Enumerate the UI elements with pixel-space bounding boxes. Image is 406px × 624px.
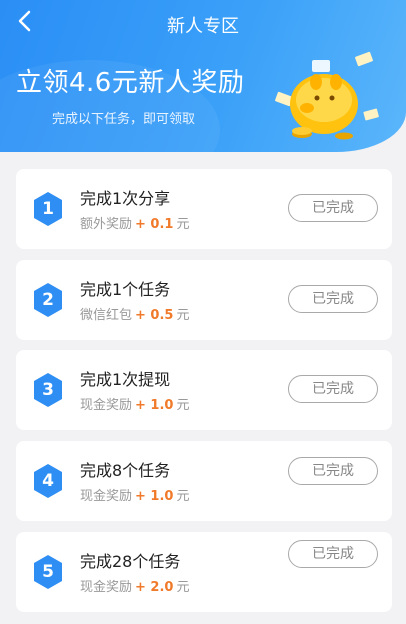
step-number: 3: [42, 380, 54, 400]
reward-amount: + 2.0: [135, 580, 174, 595]
hero-title: 立领4.6元新人奖励: [16, 68, 245, 98]
reward-label: 现金奖励: [80, 489, 133, 504]
step-number: 5: [42, 562, 54, 582]
piggy-bank-icon: [275, 51, 379, 140]
task-reward: 额外奖励 + 0.1 元: [80, 213, 189, 232]
reward-label: 现金奖励: [80, 580, 133, 595]
reward-amount: + 1.0: [135, 398, 174, 413]
reward-amount: + 0.5: [135, 308, 174, 323]
reward-label: 现金奖励: [80, 398, 133, 413]
step-badge: 4: [32, 463, 64, 499]
task-name: 完成1次提现: [80, 370, 171, 389]
task-card: 4 完成8个任务 现金奖励 + 1.0 元 已完成: [16, 441, 392, 521]
task-name: 完成1个任务: [80, 280, 171, 299]
task-card: 5 完成28个任务 现金奖励 + 2.0 元 已完成: [16, 532, 392, 612]
hero-subtitle: 完成以下任务，即可领取: [52, 112, 196, 127]
reward-label: 微信红包: [80, 308, 133, 323]
reward-label: 额外奖励: [80, 217, 133, 232]
task-card: 2 完成1个任务 微信红包 + 0.5 元 已完成: [16, 260, 392, 340]
step-badge: 5: [32, 554, 64, 590]
step-badge: 3: [32, 372, 64, 408]
reward-unit: 元: [176, 217, 190, 232]
header-banner: 新人专区 立领4.6元新人奖励 完成以下任务，即可领取: [0, 0, 406, 152]
completed-button[interactable]: 已完成: [288, 285, 378, 313]
task-card: 3 完成1次提现 现金奖励 + 1.0 元 已完成: [16, 350, 392, 430]
step-number: 2: [42, 290, 54, 310]
step-badge: 1: [32, 191, 64, 227]
reward-amount: + 1.0: [135, 489, 174, 504]
task-card: 1 完成1次分享 额外奖励 + 0.1 元 已完成: [16, 169, 392, 249]
completed-button[interactable]: 已完成: [288, 540, 378, 568]
page-title: 新人专区: [167, 16, 239, 37]
reward-unit: 元: [176, 398, 190, 413]
task-name: 完成28个任务: [80, 552, 181, 571]
task-reward: 现金奖励 + 1.0 元: [80, 394, 189, 413]
step-badge: 2: [32, 282, 64, 318]
completed-button[interactable]: 已完成: [288, 194, 378, 222]
reward-unit: 元: [176, 489, 190, 504]
task-name: 完成8个任务: [80, 461, 171, 480]
task-reward: 微信红包 + 0.5 元: [80, 304, 189, 323]
reward-unit: 元: [176, 580, 190, 595]
reward-unit: 元: [176, 308, 190, 323]
task-reward: 现金奖励 + 1.0 元: [80, 485, 189, 504]
task-reward: 现金奖励 + 2.0 元: [80, 576, 189, 595]
task-name: 完成1次分享: [80, 189, 171, 208]
step-number: 4: [42, 471, 54, 491]
completed-button[interactable]: 已完成: [288, 457, 378, 485]
step-number: 1: [42, 199, 54, 219]
reward-amount: + 0.1: [135, 217, 174, 232]
completed-button[interactable]: 已完成: [288, 375, 378, 403]
